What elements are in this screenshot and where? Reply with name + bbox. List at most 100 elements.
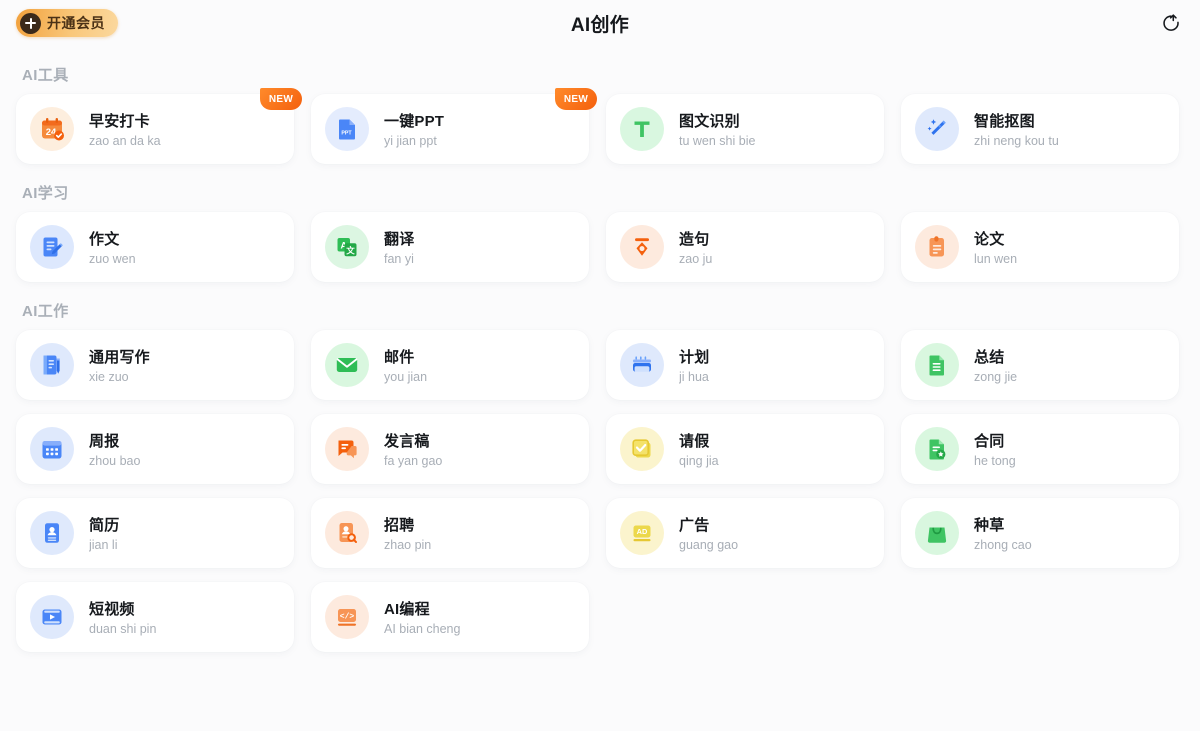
- tool-card-text: 作文 zuo wen: [89, 228, 136, 266]
- tool-card[interactable]: 图文识别tu wen shi bie: [606, 94, 884, 164]
- week-calendar-icon: [30, 427, 74, 471]
- tool-pinyin: guang gao: [679, 538, 738, 552]
- envelope-icon: [325, 343, 369, 387]
- tool-card-text: 智能抠图 zhi neng kou tu: [974, 110, 1059, 148]
- video-play-icon: [30, 595, 74, 639]
- tool-card[interactable]: A文翻译 fan yi: [311, 212, 589, 282]
- contract-seal-icon: [915, 427, 959, 471]
- tool-title: 计划: [679, 346, 709, 367]
- summary-doc-icon: [915, 343, 959, 387]
- tool-pinyin: lun wen: [974, 252, 1017, 266]
- tool-card[interactable]: AD广告guang gao: [606, 498, 884, 568]
- tool-card[interactable]: 作文 zuo wen: [16, 212, 294, 282]
- tool-pinyin: yi jian ppt: [384, 134, 444, 148]
- code-icon: </>: [325, 595, 369, 639]
- tool-pinyin: qing jia: [679, 454, 719, 468]
- tool-title: 招聘: [384, 514, 431, 535]
- tool-title: 广告: [679, 514, 738, 535]
- tool-card-text: 邮件 you jian: [384, 346, 427, 384]
- recruit-search-icon: [325, 511, 369, 555]
- tool-pinyin: zao an da ka: [89, 134, 161, 148]
- tool-card[interactable]: 论文 lun wen: [901, 212, 1179, 282]
- writing-book-icon: [30, 343, 74, 387]
- svg-text:文: 文: [346, 245, 355, 255]
- tool-card-text: 合同he tong: [974, 430, 1016, 468]
- tool-title: 论文: [974, 228, 1017, 249]
- tool-title: 智能抠图: [974, 110, 1059, 131]
- tool-title: 翻译: [384, 228, 414, 249]
- tool-card[interactable]: 简历jian li: [16, 498, 294, 568]
- tool-card[interactable]: 24 早安打卡 zao an da ka NEW: [16, 94, 294, 164]
- tool-card-text: 论文 lun wen: [974, 228, 1017, 266]
- tool-card[interactable]: 发言稿 fa yan gao: [311, 414, 589, 484]
- tool-title: 合同: [974, 430, 1016, 451]
- tool-card-text: 短视频duan shi pin: [89, 598, 156, 636]
- page-title: AI创作: [0, 10, 1200, 37]
- section-title: AI工作: [22, 300, 1200, 321]
- tool-card[interactable]: 周报 zhou bao: [16, 414, 294, 484]
- tool-pinyin: you jian: [384, 370, 427, 384]
- tool-card-text: 翻译 fan yi: [384, 228, 414, 266]
- tool-card-text: 广告 guang gao: [679, 514, 738, 552]
- tool-pinyin: zuo wen: [89, 252, 136, 266]
- resume-icon: [30, 511, 74, 555]
- shopping-bag-icon: [915, 511, 959, 555]
- tool-card-text: 通用写作xie zuo: [89, 346, 150, 384]
- plus-icon: [20, 13, 41, 34]
- app-header: 开通会员 AI创作: [0, 0, 1200, 46]
- section-title: AI工具: [22, 64, 1200, 85]
- tool-card[interactable]: 种草zhong cao: [901, 498, 1179, 568]
- tool-card[interactable]: 邮件 you jian: [311, 330, 589, 400]
- tool-title: 造句: [679, 228, 712, 249]
- tool-card[interactable]: 合同he tong: [901, 414, 1179, 484]
- tool-card-text: 图文识别tu wen shi bie: [679, 110, 755, 148]
- tool-title: 图文识别: [679, 110, 755, 131]
- tool-card[interactable]: 通用写作xie zuo: [16, 330, 294, 400]
- tool-card-text: 发言稿 fa yan gao: [384, 430, 442, 468]
- tool-pinyin: zao ju: [679, 252, 712, 266]
- new-badge-label: NEW: [269, 94, 293, 105]
- tool-pinyin: AI bian cheng: [384, 622, 460, 636]
- tool-card[interactable]: 智能抠图 zhi neng kou tu: [901, 94, 1179, 164]
- share-button[interactable]: [1156, 8, 1186, 38]
- tool-card-text: 早安打卡 zao an da ka: [89, 110, 161, 148]
- tool-card[interactable]: 短视频duan shi pin: [16, 582, 294, 652]
- tool-pinyin: duan shi pin: [89, 622, 156, 636]
- tool-sections: AI工具24早安打卡zao an da kaNEWPPT一键PPTyi jian…: [0, 64, 1200, 662]
- tool-card-text: 造句 zao ju: [679, 228, 712, 266]
- tool-card-text: 计划ji hua: [679, 346, 709, 384]
- translate-icon: A文: [325, 225, 369, 269]
- tool-title: 通用写作: [89, 346, 150, 367]
- tool-grid: 通用写作xie zuo 邮件 you jian 计划ji hua 总结zong jie 周…: [0, 330, 1200, 652]
- new-badge: NEW: [260, 88, 302, 110]
- tool-title: 邮件: [384, 346, 427, 367]
- tool-card-text: AI编程AI bian cheng: [384, 598, 460, 636]
- tool-pinyin: zhi neng kou tu: [974, 134, 1059, 148]
- tool-card[interactable]: </> AI编程AI bian cheng: [311, 582, 589, 652]
- tool-title: 早安打卡: [89, 110, 161, 131]
- svg-text:PPT: PPT: [341, 131, 352, 137]
- calendar-24-icon: 24: [30, 107, 74, 151]
- tool-title: 发言稿: [384, 430, 442, 451]
- ppt-file-icon: PPT: [325, 107, 369, 151]
- new-badge: NEW: [555, 88, 597, 110]
- tool-pinyin: fan yi: [384, 252, 414, 266]
- section-title: AI学习: [22, 182, 1200, 203]
- speech-bubble-icon: [325, 427, 369, 471]
- tool-card[interactable]: 计划ji hua: [606, 330, 884, 400]
- tool-pinyin: fa yan gao: [384, 454, 442, 468]
- pen-nib-icon: [620, 225, 664, 269]
- open-membership-button[interactable]: 开通会员: [16, 9, 118, 37]
- tool-card[interactable]: 请假qing jia: [606, 414, 884, 484]
- tool-card[interactable]: 总结zong jie: [901, 330, 1179, 400]
- tool-card[interactable]: 招聘zhao pin: [311, 498, 589, 568]
- tool-card[interactable]: 造句 zao ju: [606, 212, 884, 282]
- tool-title: 周报: [89, 430, 140, 451]
- plan-calendar-icon: [620, 343, 664, 387]
- tool-card-text: 总结zong jie: [974, 346, 1017, 384]
- tool-pinyin: zhou bao: [89, 454, 140, 468]
- tool-card[interactable]: PPT一键PPTyi jian pptNEW: [311, 94, 589, 164]
- tool-grid: 24早安打卡zao an da kaNEWPPT一键PPTyi jian ppt…: [0, 94, 1200, 164]
- tool-title: 作文: [89, 228, 136, 249]
- checkbox-leave-icon: [620, 427, 664, 471]
